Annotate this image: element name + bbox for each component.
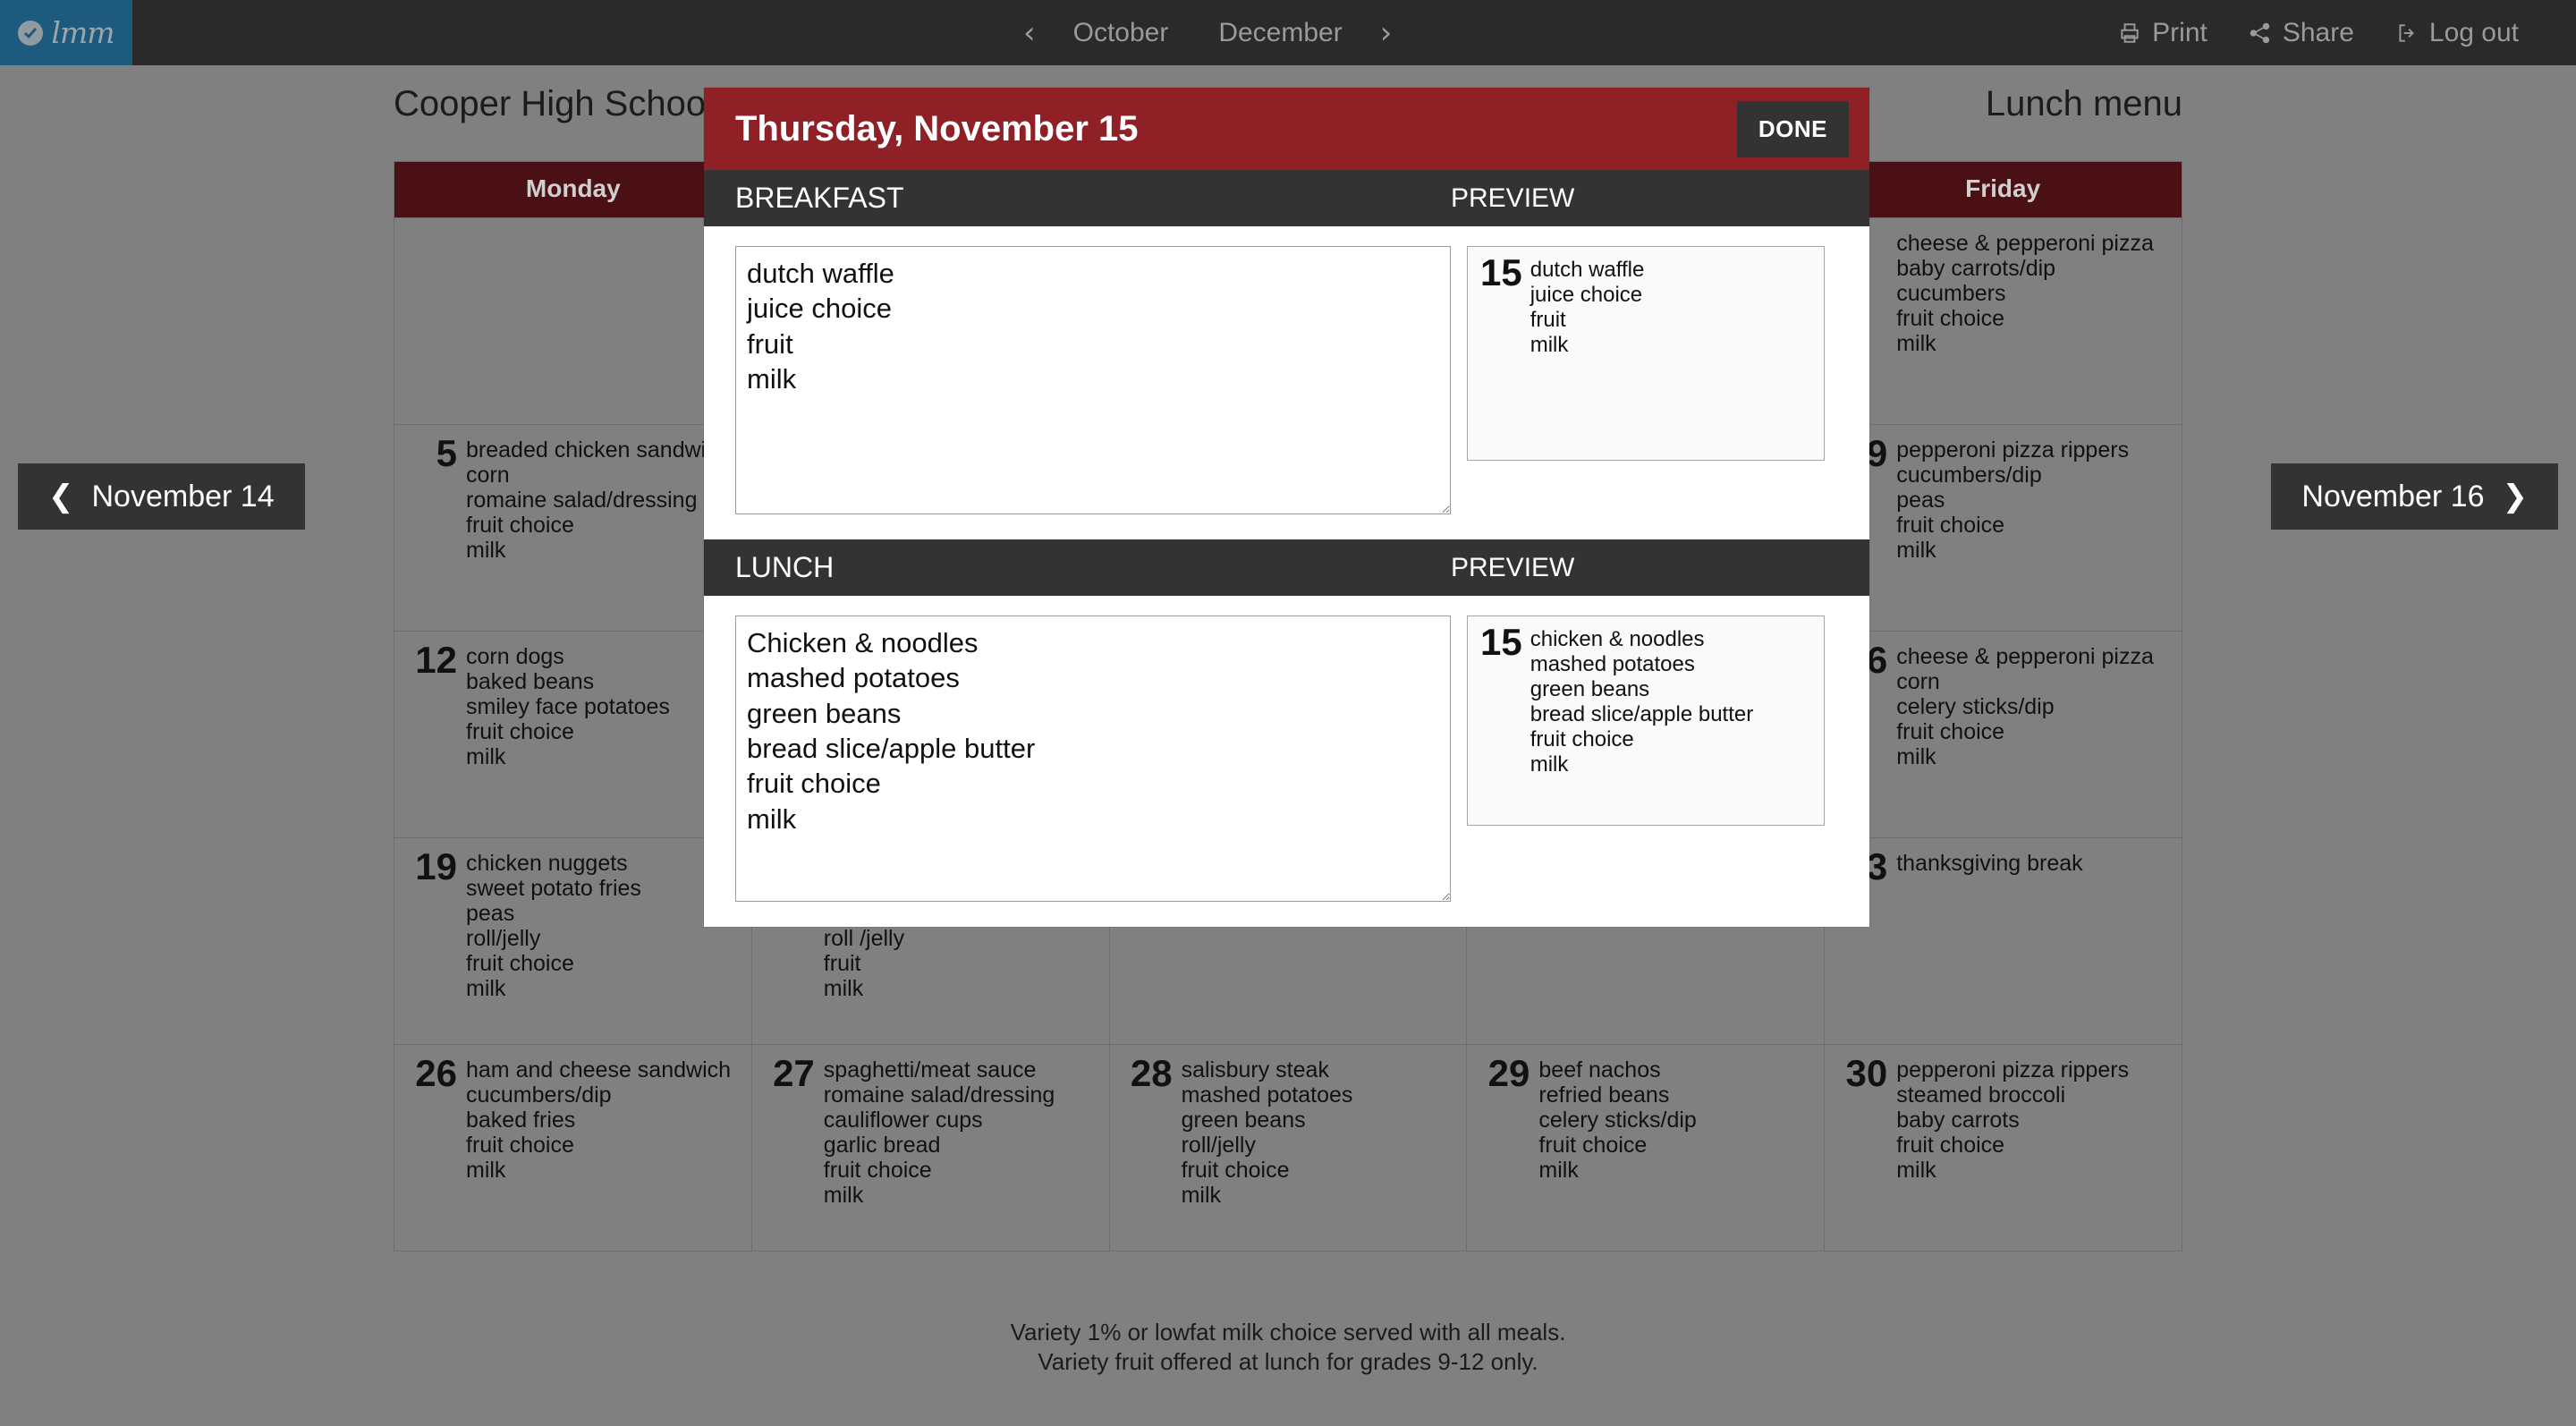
- breakfast-textarea[interactable]: [735, 246, 1451, 514]
- breakfast-label: BREAKFAST: [735, 182, 904, 214]
- calendar-day-cell[interactable]: 23thanksgiving break: [1824, 838, 2182, 1044]
- calendar-day-cell[interactable]: 26 ham and cheese sandwich cucumbers/dip ba…: [394, 1045, 751, 1251]
- calendar-day-cell[interactable]: 5 breaded chicken sandwich corn romaine sal…: [394, 425, 751, 631]
- breakfast-preview-items: dutch waffle juice choice fruit milk: [1530, 258, 1645, 358]
- lunch-textarea[interactable]: [735, 615, 1451, 902]
- calendar-day-cell[interactable]: 28 salisbury steak mashed potatoes green be…: [1108, 1045, 1467, 1251]
- calendar-day-number: 29: [1487, 1052, 1530, 1094]
- check-circle-icon: [18, 20, 44, 46]
- lunch-label: LUNCH: [735, 551, 835, 583]
- calendar-day-items: spaghetti/meat sauce romaine salad/dressi…: [823, 1057, 1055, 1208]
- calendar-day-cell[interactable]: 30 pepperoni pizza rippers steamed broccol…: [1824, 1045, 2182, 1251]
- calendar-day-number: 27: [773, 1052, 815, 1094]
- done-button[interactable]: DONE: [1736, 100, 1849, 157]
- logout-icon: [2395, 21, 2419, 45]
- calendar-day-cell[interactable]: 29 beef nachos refried beans celery sticks/…: [1466, 1045, 1824, 1251]
- logo-text: lmm: [51, 15, 114, 50]
- calendar-day-items: ham and cheese sandwich cucumbers/dip bake…: [466, 1057, 732, 1183]
- lunch-section-body: 15 chicken & noodlesmashed potatoesgreen…: [704, 596, 1869, 927]
- prev-day-label: November 14: [91, 479, 275, 514]
- calendar-day-number: 30: [1845, 1052, 1888, 1094]
- modal-title: Thursday, November 15: [735, 108, 1139, 149]
- chevron-right-icon[interactable]: ›: [1368, 18, 1405, 48]
- footer-line-1: Variety 1% or lowfat milk choice served …: [1010, 1319, 1566, 1345]
- page-title: Cooper High School: [394, 83, 714, 123]
- breakfast-preview-box: 15 dutch waffle juice choice fruit milk: [1467, 246, 1825, 461]
- breakfast-input-wrap: [735, 246, 1451, 514]
- calendar-day-items: cheese & pepperoni pizza baby carrots/dip…: [1896, 231, 2154, 356]
- calendar-day-cell[interactable]: 0: [394, 218, 751, 424]
- breakfast-preview-day: 15: [1480, 251, 1522, 293]
- lunch-preview-label: PREVIEW: [1451, 552, 1575, 582]
- prev-month-link[interactable]: October: [1048, 18, 1194, 48]
- calendar-day-cell[interactable]: 27 spaghetti/meat sauce romaine salad/dres…: [750, 1045, 1109, 1251]
- nav-actions: Print Share Log out: [2118, 0, 2519, 65]
- calendar-day-number: 28: [1130, 1052, 1173, 1094]
- calendar-day-cell[interactable]: 19 chicken nuggets sweet potato fries peas r…: [394, 838, 751, 1044]
- calendar-day-cell[interactable]: 9 pepperoni pizza rippers cucumbers/dip pea…: [1824, 425, 2182, 631]
- share-button[interactable]: Share: [2249, 18, 2354, 48]
- share-label: Share: [2282, 17, 2354, 47]
- calendar-week-row: 26 ham and cheese sandwich cucumbers/dip ba…: [394, 1044, 2182, 1251]
- app-logo[interactable]: lmm: [0, 0, 132, 65]
- app-root: lmm ‹ October December › Print Share Log…: [0, 0, 2576, 1426]
- calendar-day-cell[interactable]: 12 corn dogs baked beans smiley face potato…: [394, 632, 751, 837]
- footer-line-2: Variety fruit offered at lunch for grade…: [1038, 1348, 1538, 1376]
- lunch-preview-day: 15: [1480, 621, 1522, 663]
- next-day-label: November 16: [2301, 479, 2485, 514]
- breakfast-preview-label: PREVIEW: [1451, 182, 1575, 213]
- lunch-section-header: LUNCH PREVIEW: [704, 539, 1869, 596]
- logout-button[interactable]: Log out: [2395, 18, 2519, 48]
- calendar-day-number: 5: [436, 432, 457, 474]
- calendar-header-monday: Monday: [525, 174, 621, 202]
- next-day-button[interactable]: November 16 ❯: [2271, 463, 2558, 530]
- calendar-day-items: beef nachos refried beans celery sticks/di…: [1538, 1057, 1697, 1183]
- calendar-day-cell[interactable]: 0cheese & pepperoni pizzababy carrots/di…: [1824, 218, 2182, 424]
- calendar-day-items: pepperoni pizza rippers cucumbers/dip peas…: [1896, 437, 2130, 563]
- calendar-day-number: 26: [415, 1052, 457, 1094]
- lunch-preview-box: 15 chicken & noodles mashed potatoes green…: [1467, 615, 1825, 826]
- logout-label: Log out: [2428, 17, 2519, 47]
- calendar-day-items: chicken nuggets sweet potato fries peas rol…: [466, 851, 641, 1001]
- chevron-left-icon: ❮: [48, 479, 74, 514]
- chevron-left-icon[interactable]: ‹: [1011, 18, 1048, 48]
- top-navigation-bar: lmm ‹ October December › Print Share Log…: [0, 0, 2576, 65]
- calendar-day-items: thanksgiving break: [1896, 851, 2083, 876]
- print-button[interactable]: Print: [2118, 18, 2207, 48]
- share-icon: [2249, 21, 2272, 45]
- print-label: Print: [2152, 17, 2207, 47]
- calendar-day-number: 19: [415, 845, 457, 887]
- calendar-day-items: pepperoni pizza rippers steamed broccoli b…: [1896, 1057, 2130, 1183]
- breakfast-section-body: 15 dutch wafflejuice choicefruitmilk: [704, 226, 1869, 539]
- calendar-day-number: 12: [415, 639, 457, 681]
- breakfast-section-header: BREAKFAST PREVIEW: [704, 170, 1869, 226]
- month-navigation: ‹ October December ›: [1011, 0, 1404, 65]
- calendar-header-friday: Friday: [1965, 174, 2041, 202]
- chevron-right-icon: ❯: [2502, 479, 2529, 514]
- printer-icon: [2118, 21, 2141, 45]
- menu-type-label: Lunch menu: [1985, 83, 2182, 123]
- calendar-day-cell[interactable]: 16cheese & pepperoni pizzacorncelery sti…: [1824, 632, 2182, 837]
- calendar-day-items: salisbury steak mashed potatoes green bean…: [1181, 1057, 1353, 1208]
- lunch-input-wrap: [735, 615, 1451, 902]
- calendar-day-items: corn dogs baked beans smiley face potatoes…: [466, 644, 670, 769]
- modal-header: Thursday, November 15 DONE: [704, 88, 1869, 170]
- next-month-link[interactable]: December: [1193, 18, 1367, 48]
- day-edit-modal: Thursday, November 15 DONE BREAKFAST PRE…: [704, 88, 1869, 927]
- prev-day-button[interactable]: ❮ November 14: [18, 463, 305, 530]
- lunch-preview-items: chicken & noodles mashed potatoes green be…: [1530, 627, 1754, 777]
- footer-note: Variety 1% or lowfat milk choice served …: [0, 1318, 2576, 1378]
- calendar-day-items: cheese & pepperoni pizza corn celery stick…: [1896, 644, 2154, 769]
- calendar-day-items: breaded chicken sandwich corn romaine sala…: [466, 437, 730, 563]
